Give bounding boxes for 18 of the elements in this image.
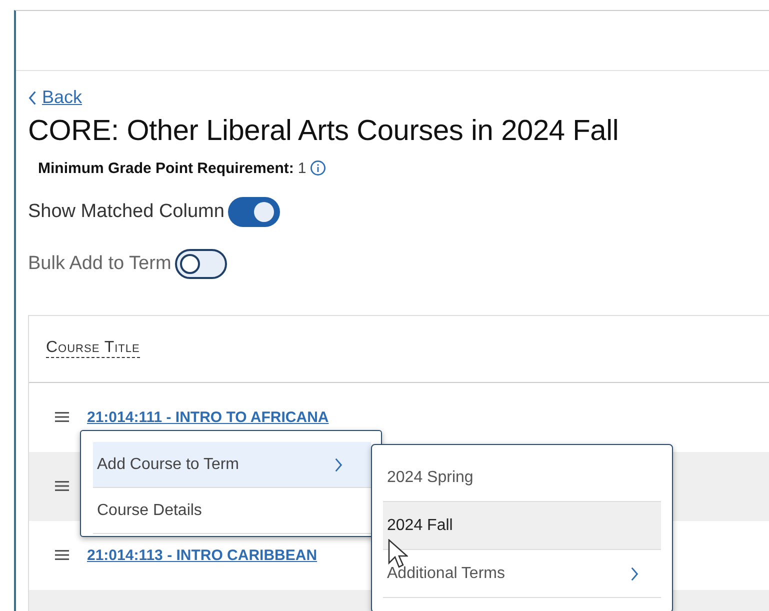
course-link[interactable]: 21:014:113 - INTRO CARIBBEAN <box>87 546 318 564</box>
menu-icon[interactable] <box>55 549 69 561</box>
requirement-value: 1 <box>298 160 306 176</box>
menu-item[interactable]: 2024 Fall <box>383 502 661 550</box>
info-icon[interactable] <box>310 160 326 176</box>
column-header[interactable]: Course Title <box>46 339 140 358</box>
chevron-left-icon <box>28 90 37 106</box>
back-link[interactable]: Back <box>28 87 82 108</box>
menu-icon[interactable] <box>55 480 69 492</box>
menu-icon[interactable] <box>55 411 69 423</box>
menu-item[interactable]: Add Course to Term <box>93 442 371 488</box>
toggle-label: Bulk Add to Term <box>28 252 172 274</box>
toggle-switch[interactable] <box>228 196 280 226</box>
page-title: CORE: Other Liberal Arts Courses in 2024 Fall <box>28 114 620 148</box>
toggle-label: Show Matched Column <box>28 200 224 222</box>
requirement-label: Minimum Grade Point Requirement: <box>38 160 294 176</box>
toggle-switch[interactable] <box>175 248 228 278</box>
course-link[interactable]: 21:014:111 - INTRO TO AFRICANA <box>87 408 329 426</box>
